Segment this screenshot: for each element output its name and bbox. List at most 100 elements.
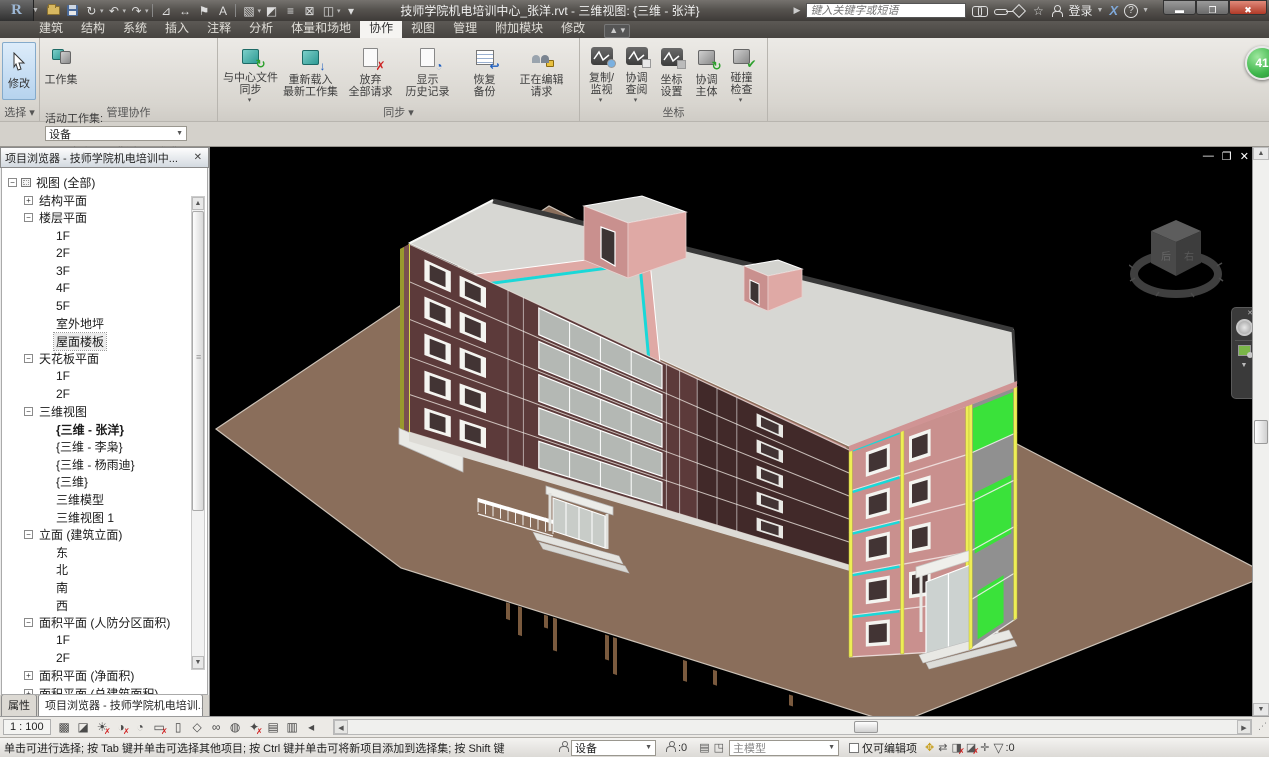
tree-item[interactable]: + 结构平面	[2, 192, 207, 210]
section-icon[interactable]: ◩	[263, 3, 280, 19]
collapse-icon[interactable]: ◂	[302, 719, 321, 736]
unlocked-view-icon[interactable]: ◇	[188, 719, 207, 736]
tree-item[interactable]: 东	[2, 543, 207, 561]
scrollbar-thumb[interactable]	[854, 721, 878, 733]
interference-check-dropdown-icon[interactable]: ▾	[739, 96, 743, 104]
tree-item[interactable]: −三维视图	[2, 403, 207, 421]
design-options-combobox[interactable]: 主模型▼	[729, 740, 839, 756]
tree-item-label[interactable]: 5F	[54, 299, 72, 313]
viewcube[interactable]: 后 右	[1129, 202, 1224, 312]
reveal-hidden-icon[interactable]: ◍	[226, 719, 245, 736]
show-crop-region-icon[interactable]: ▯	[169, 719, 188, 736]
tree-item-label[interactable]: 面积平面 (人防分区面积)	[37, 614, 172, 631]
visual-style-icon[interactable]: ◪	[74, 719, 93, 736]
hide-analytical-model-icon[interactable]: ▥	[283, 719, 302, 736]
exclude-links-icon[interactable]: ◨✗	[951, 741, 961, 754]
tree-item-label[interactable]: 立面 (建筑立面)	[37, 526, 124, 543]
collapse-icon[interactable]: −	[24, 354, 33, 363]
tab-project-browser[interactable]: 项目浏览器 - 技师学院机电培训...	[38, 694, 203, 716]
links-icon[interactable]: ⇄	[938, 741, 947, 754]
reload-button[interactable]: ↓重新载入 最新工作集	[279, 42, 342, 104]
resize-grip[interactable]: ⋰	[1258, 721, 1267, 732]
expand-icon[interactable]: +	[24, 689, 33, 695]
tree-item-label[interactable]: 东	[54, 544, 70, 561]
default-3d-view-icon[interactable]: ▧	[240, 3, 257, 19]
expand-icon[interactable]: +	[24, 196, 33, 205]
tree-item[interactable]: 西	[2, 596, 207, 614]
tree-item[interactable]: −楼层平面	[2, 209, 207, 227]
tree-item-label[interactable]: 4F	[54, 281, 72, 295]
tree-item-label[interactable]: 三维视图	[37, 403, 89, 420]
undo-icon[interactable]: ↶	[105, 3, 122, 19]
tree-item[interactable]: −面积平面 (人防分区面积)	[2, 614, 207, 632]
switch-windows-icon[interactable]: ◫	[320, 3, 337, 19]
interference-check-button[interactable]: ✔碰撞 检查▾	[724, 42, 759, 104]
tree-item[interactable]: 北	[2, 561, 207, 579]
sun-path-icon[interactable]: ☀✗	[93, 719, 112, 736]
subscription-icon[interactable]	[994, 9, 1008, 15]
tree-item-label[interactable]: 3F	[54, 264, 72, 278]
modify-button[interactable]: 修改	[2, 42, 36, 100]
switch-windows-dropdown-icon[interactable]: ▾	[337, 7, 341, 15]
collapse-icon[interactable]: −	[24, 530, 33, 539]
search-input[interactable]	[806, 3, 966, 18]
tree-item-label[interactable]: 楼层平面	[37, 209, 89, 226]
detail-level-icon[interactable]: ▩	[55, 719, 74, 736]
ribbon-tab-12[interactable]: 修改	[552, 18, 594, 38]
tree-item-label[interactable]: {三维}	[54, 473, 90, 490]
tree-item-label[interactable]: 三维视图 1	[54, 509, 116, 526]
editing-requests-icon[interactable]	[666, 743, 675, 752]
view-minimize-icon[interactable]: —	[1203, 150, 1214, 163]
tree-item[interactable]: {三维 - 李枭}	[2, 438, 207, 456]
ribbon-tab-2[interactable]: 结构	[72, 18, 114, 38]
save-icon[interactable]	[64, 3, 81, 19]
editing-requests-button[interactable]: 正在编辑 请求	[513, 42, 570, 104]
tree-item[interactable]: 三维视图 1	[2, 508, 207, 526]
scroll-right-icon[interactable]: ▶	[1237, 720, 1251, 734]
view-horizontal-scrollbar[interactable]: ◀ ▶	[333, 719, 1252, 735]
tree-item-label[interactable]: 1F	[54, 633, 72, 647]
filter-icon[interactable]: ▽	[993, 740, 1003, 756]
panel-label-coordinate[interactable]: 坐标	[580, 104, 767, 120]
rendering-icon[interactable]: ◔	[131, 719, 150, 736]
tree-item-label[interactable]: 结构平面	[37, 192, 89, 209]
coordinates-button[interactable]: 坐标 设置	[654, 42, 689, 104]
tree-item[interactable]: 2F	[2, 649, 207, 667]
close-hidden-windows-icon[interactable]: ⊠	[301, 3, 318, 19]
tree-item-label[interactable]: 1F	[54, 229, 72, 243]
copy-monitor-dropdown-icon[interactable]: ▾	[599, 96, 603, 104]
tree-item[interactable]: 2F	[2, 385, 207, 403]
tree-item[interactable]: {三维 - 张洋}	[2, 420, 207, 438]
tree-item-label[interactable]: 面积平面 (净面积)	[37, 667, 136, 684]
ribbon-display-toggle[interactable]: ▲ ▾	[604, 24, 630, 38]
crop-view-icon[interactable]: ▭✗	[150, 719, 169, 736]
zoom-icon[interactable]	[1238, 345, 1251, 356]
active-workset-combobox[interactable]: 设备▼	[45, 126, 187, 141]
open-icon[interactable]	[45, 3, 62, 19]
design-options-icon[interactable]: ▤	[699, 741, 709, 754]
tree-item-label[interactable]: 屋面楼板	[54, 333, 106, 350]
project-browser-header[interactable]: 项目浏览器 - 技师学院机电培训中... ✕	[0, 147, 209, 168]
tree-item[interactable]: 2F	[2, 244, 207, 262]
tree-item-label[interactable]: 室外地坪	[54, 315, 106, 332]
panel-label-synchronize[interactable]: 同步 ▾	[218, 104, 579, 120]
exchange-apps-icon[interactable]: X	[1109, 3, 1118, 18]
tree-item[interactable]: +面积平面 (净面积)	[2, 667, 207, 685]
relinquish-button[interactable]: ✗放弃 全部请求	[342, 42, 399, 104]
collapse-icon[interactable]: −	[24, 213, 33, 222]
tree-item[interactable]: 4F	[2, 280, 207, 298]
scroll-up-icon[interactable]: ▲	[192, 197, 204, 210]
ribbon-tab-11[interactable]: 附加模块	[486, 18, 552, 38]
synchronize-icon[interactable]: ↻	[83, 3, 100, 19]
shadows-icon[interactable]: ◑✗	[112, 719, 131, 736]
worksets-button[interactable]: 工作集	[43, 42, 79, 104]
tree-item-label[interactable]: 北	[54, 561, 70, 578]
close-button[interactable]: ✖	[1229, 0, 1267, 15]
scroll-down-icon[interactable]: ▼	[192, 656, 204, 669]
project-browser-scrollbar[interactable]: ▲ ▼	[191, 196, 205, 670]
tree-item-label[interactable]: {三维 - 张洋}	[54, 421, 126, 438]
3d-view[interactable]	[210, 147, 1252, 716]
tree-item[interactable]: 南	[2, 579, 207, 597]
communication-center-icon[interactable]	[1012, 3, 1026, 17]
redo-icon[interactable]: ↷	[128, 3, 145, 19]
